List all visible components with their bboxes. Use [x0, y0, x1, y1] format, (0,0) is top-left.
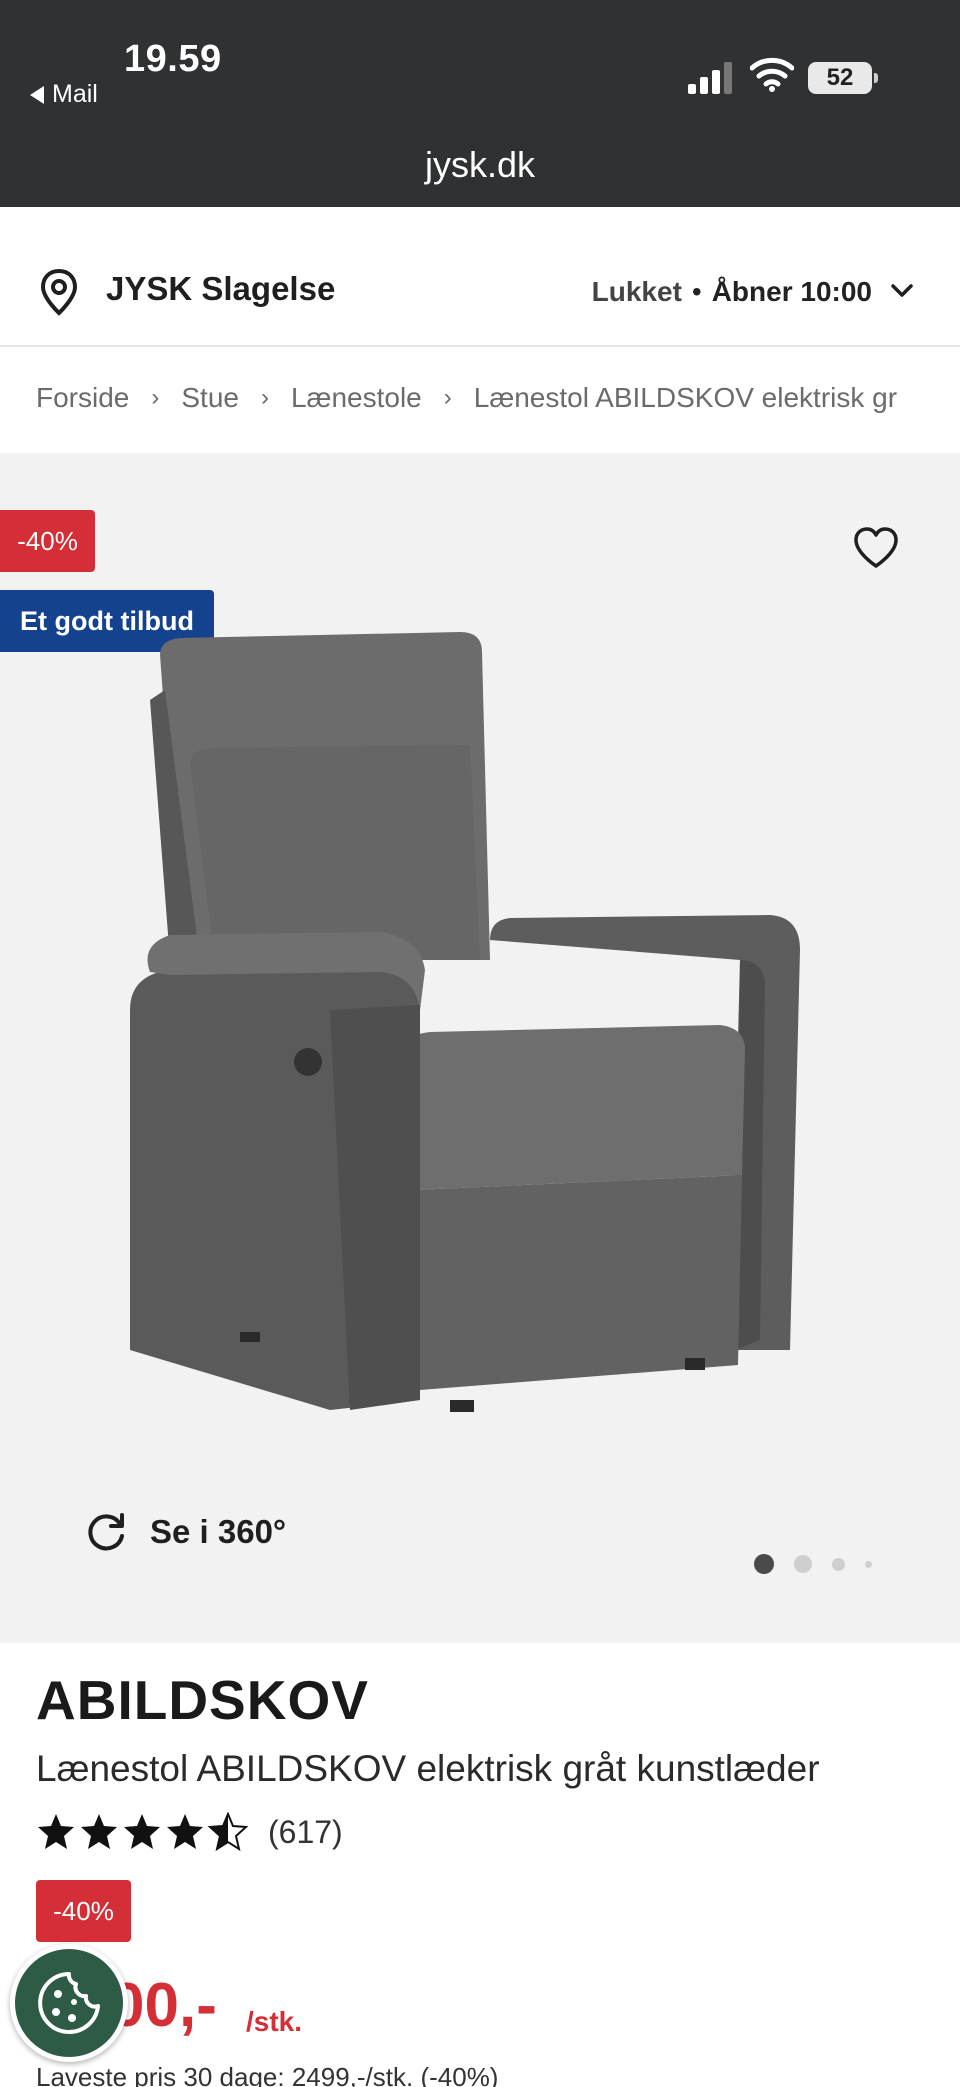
battery-indicator: 52 [808, 62, 878, 94]
star-rating-icon [38, 1813, 247, 1850]
store-opening-status: Lukket • Åbner 10:00 [592, 276, 872, 308]
back-app-label: Mail [52, 80, 98, 108]
product-brand: ABILDSKOV [36, 1669, 369, 1731]
gallery-dot-2[interactable] [794, 1555, 812, 1573]
gallery-pagination-dots [754, 1554, 872, 1574]
breadcrumb-item-laenestole[interactable]: Lænestole [291, 382, 422, 414]
back-to-mail-button[interactable]: Mail [30, 80, 98, 109]
browser-top-bar: 19.59 Mail 52 jysk.dk [0, 0, 960, 207]
lowest-price-note: Laveste pris 30 dage: 2499,-/stk. (-40%) [36, 2062, 499, 2087]
status-time: 19.59 [124, 38, 222, 80]
breadcrumb-separator-icon: › [260, 384, 269, 411]
gallery-dot-4[interactable] [865, 1560, 872, 1568]
price-unit: /stk. [246, 2006, 303, 2037]
breadcrumb-item-current: Lænestol ABILDSKOV elektrisk gr [473, 382, 898, 413]
chevron-down-icon[interactable] [890, 282, 914, 300]
discount-badge: -40% [0, 510, 95, 572]
rating-count[interactable]: (617) [268, 1814, 343, 1851]
status-separator: • [691, 276, 702, 307]
gallery-dot-3[interactable] [832, 1557, 845, 1571]
address-bar-url[interactable]: jysk.dk [0, 144, 960, 186]
view-360-label: Se i 360° [150, 1513, 287, 1550]
view-360-button[interactable]: Se i 360° [84, 1510, 286, 1554]
product-rating[interactable]: (617) [36, 1812, 343, 1852]
rotate-icon [88, 1513, 124, 1551]
breadcrumb: Forside › Stue › Lænestole › Lænestol AB… [36, 382, 960, 414]
breadcrumb-separator-icon: › [151, 384, 160, 411]
gallery-dot-1[interactable] [754, 1554, 774, 1574]
product-image-recliner [130, 632, 800, 1412]
store-closed-label: Lukket [591, 276, 682, 307]
store-opens-label: Åbner 10:00 [711, 276, 872, 307]
cookie-settings-button[interactable] [10, 1944, 128, 2062]
breadcrumb-separator-icon: › [443, 384, 452, 411]
wifi-icon [750, 57, 794, 92]
back-arrow-icon [30, 85, 44, 104]
product-title: Lænestol ABILDSKOV elektrisk gråt kunstl… [36, 1748, 820, 1789]
heart-icon[interactable] [852, 526, 900, 570]
location-pin-icon [40, 268, 78, 316]
breadcrumb-item-stue[interactable]: Stue [181, 382, 239, 414]
store-name[interactable]: JYSK Slagelse [106, 270, 335, 308]
cookie-icon [38, 1972, 100, 2034]
breadcrumb-item-forside[interactable]: Forside [36, 382, 129, 414]
cellular-signal-icon [688, 62, 732, 94]
price-discount-badge: -40% [36, 1880, 131, 1942]
